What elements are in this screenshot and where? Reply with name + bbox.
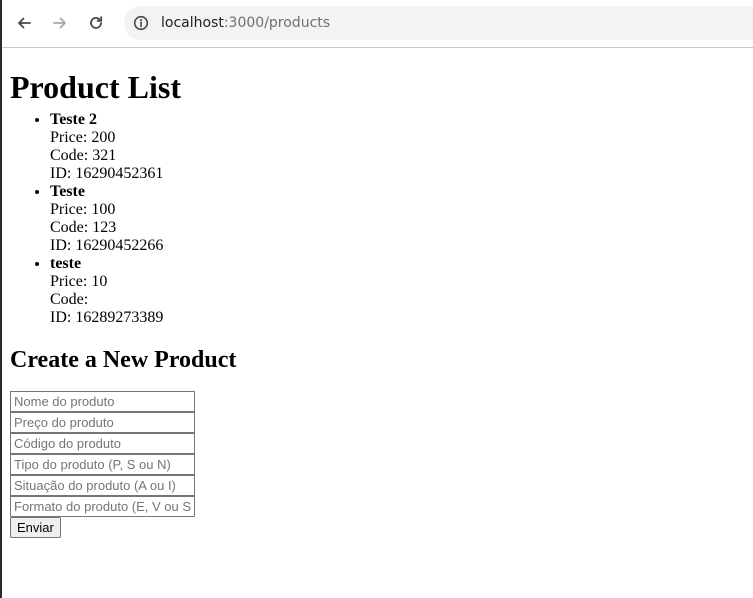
price-value: 200 xyxy=(91,129,116,146)
browser-window: localhost:3000/products Product List Tes… xyxy=(0,0,753,598)
product-id: ID: 16290452361 xyxy=(50,165,750,183)
product-id: ID: 16290452266 xyxy=(50,237,750,255)
id-label: ID: xyxy=(50,309,72,326)
id-label: ID: xyxy=(50,237,72,254)
product-price: Price: 200 xyxy=(50,129,750,147)
id-value: 16290452266 xyxy=(75,237,164,254)
id-value: 16290452361 xyxy=(75,165,164,182)
id-label: ID: xyxy=(50,165,72,182)
product-name: Teste 2 xyxy=(50,111,97,128)
back-arrow-icon xyxy=(18,17,31,29)
product-name: Teste xyxy=(50,183,85,200)
forward-arrow-icon xyxy=(53,17,66,29)
product-format-input[interactable] xyxy=(10,496,195,517)
product-item: teste Price: 10 Code: ID: 16289273389 xyxy=(50,255,750,327)
product-type-input[interactable] xyxy=(10,454,195,475)
forward-button[interactable] xyxy=(46,9,74,37)
product-list: Teste 2 Price: 200 Code: 321 ID: 1629045… xyxy=(10,111,750,327)
back-button[interactable] xyxy=(10,9,38,37)
url-text[interactable]: localhost:3000/products xyxy=(161,14,330,32)
url-host: localhost xyxy=(161,15,224,31)
price-value: 100 xyxy=(91,201,116,218)
product-id: ID: 16289273389 xyxy=(50,309,750,327)
product-item: Teste Price: 100 Code: 123 ID: 162904522… xyxy=(50,183,750,255)
form-heading: Create a New Product xyxy=(10,347,237,373)
browser-toolbar: localhost:3000/products xyxy=(2,0,753,48)
price-label: Price: xyxy=(50,129,88,146)
product-name: teste xyxy=(50,255,82,272)
product-code: Code: 123 xyxy=(50,219,750,237)
page-title: Product List xyxy=(10,69,181,105)
code-value: 321 xyxy=(92,147,117,164)
page-content: Product List Teste 2 Price: 200 Code: 32… xyxy=(10,48,750,538)
product-code: Code: 321 xyxy=(50,147,750,165)
product-item: Teste 2 Price: 200 Code: 321 ID: 1629045… xyxy=(50,111,750,183)
product-price: Price: 100 xyxy=(50,201,750,219)
id-value: 16289273389 xyxy=(75,309,164,326)
product-code: Code: xyxy=(50,291,750,309)
submit-button[interactable]: Enviar xyxy=(10,517,61,538)
price-label: Price: xyxy=(50,273,88,290)
code-label: Code: xyxy=(50,291,89,308)
price-value: 10 xyxy=(91,273,108,290)
reload-button[interactable] xyxy=(82,9,110,37)
code-label: Code: xyxy=(50,219,89,236)
reload-icon xyxy=(90,16,103,29)
url-path: :3000/products xyxy=(223,15,331,31)
code-value: 123 xyxy=(92,219,117,236)
create-product-form: Enviar xyxy=(10,391,750,538)
code-label: Code: xyxy=(50,147,89,164)
address-bar[interactable]: localhost:3000/products xyxy=(124,6,753,40)
site-info-button[interactable] xyxy=(132,14,150,32)
price-label: Price: xyxy=(50,201,88,218)
product-price: Price: 10 xyxy=(50,273,750,291)
product-price-input[interactable] xyxy=(10,412,195,433)
product-status-input[interactable] xyxy=(10,475,195,496)
site-info-icon xyxy=(133,15,149,31)
product-name-input[interactable] xyxy=(10,391,195,412)
product-code-input[interactable] xyxy=(10,433,195,454)
